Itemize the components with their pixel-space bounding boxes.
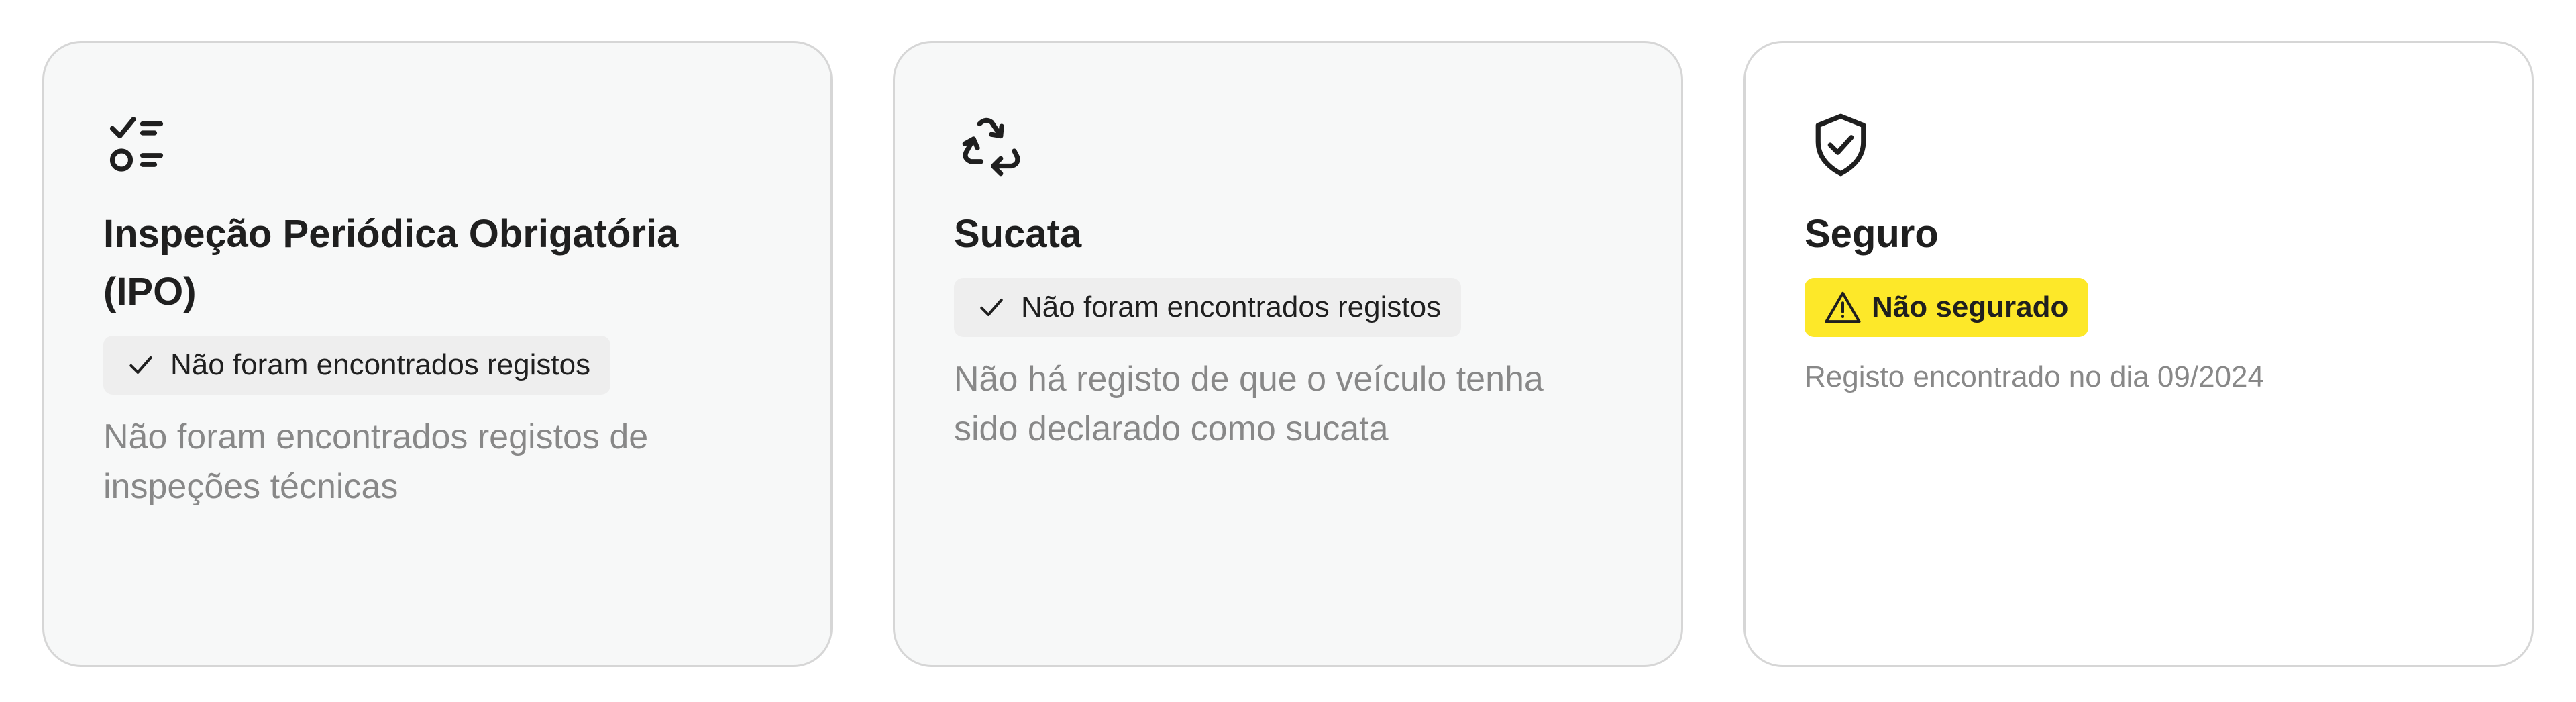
card-description: Não há registo de que o veículo tenha si…	[954, 360, 1544, 448]
card-description: Registo encontrado no dia 09/2024	[1805, 360, 2264, 393]
recycle-icon	[954, 109, 1026, 181]
card-title: Sucata	[954, 212, 1082, 256]
status-badge: Não foram encontrados registos	[103, 336, 611, 395]
card-sucata: Sucata Não foram encontrados registos Nã…	[893, 41, 1683, 667]
card-seguro: Seguro Não segurado Registo encontrado n…	[1743, 41, 2534, 667]
warning-icon	[1823, 289, 1862, 325]
check-icon	[126, 350, 156, 380]
status-label: Não foram encontrados registos	[170, 348, 591, 381]
shield-check-icon	[1805, 109, 1877, 181]
status-badge: Não segurado	[1805, 278, 2089, 337]
checklist-icon	[103, 109, 176, 181]
status-label: Não foram encontrados registos	[1021, 291, 1442, 323]
check-icon	[977, 293, 1006, 322]
status-label: Não segurado	[1872, 291, 2069, 323]
card-ipo: Inspeção Periódica Obrigatória (IPO) Não…	[42, 41, 833, 667]
card-description: Não foram encontrados registos de inspeç…	[103, 417, 649, 506]
card-title: Inspeção Periódica Obrigatória (IPO)	[103, 212, 679, 313]
history-cards: Inspeção Periódica Obrigatória (IPO) Não…	[0, 0, 2576, 702]
status-badge: Não foram encontrados registos	[954, 278, 1462, 337]
card-title: Seguro	[1805, 212, 1939, 256]
